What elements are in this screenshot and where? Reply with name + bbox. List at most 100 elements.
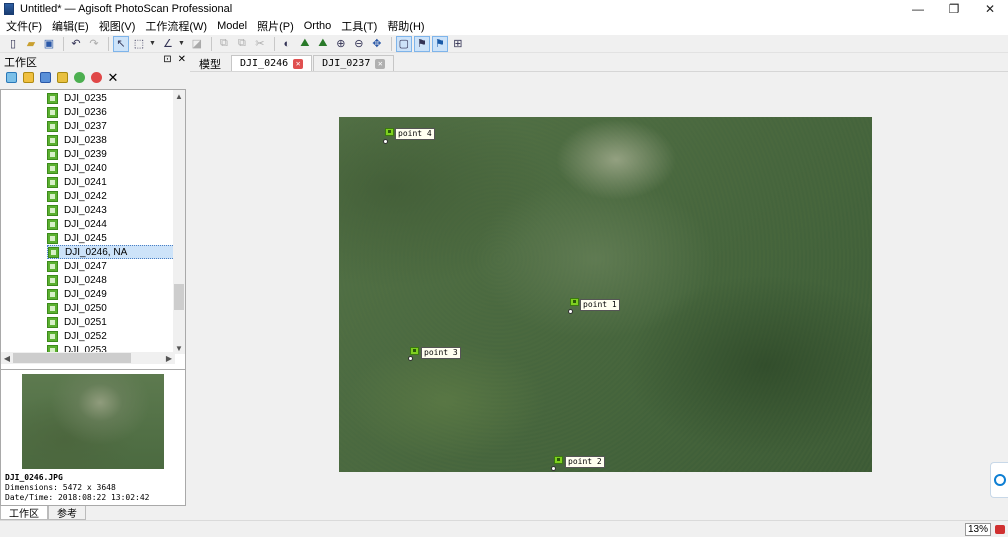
mask-add-icon[interactable]: ⛰ [315, 36, 331, 52]
ruler-icon[interactable]: ∠ [160, 36, 176, 52]
tree-item-photo[interactable]: DJI_0240 [47, 161, 175, 175]
tree-vertical-scrollbar[interactable]: ▲ ▼ [173, 90, 185, 354]
workspace-toolbar: ✕ [0, 69, 188, 86]
close-window-button[interactable]: ✕ [972, 0, 1008, 17]
tab-reference[interactable]: 参考 [48, 506, 86, 520]
tree-item-photo[interactable]: DJI_0242 [47, 189, 175, 203]
redo-icon[interactable]: ↷ [86, 36, 102, 52]
menu-edit[interactable]: 编辑(E) [48, 18, 95, 34]
tree-item-photo[interactable]: DJI_0248 [47, 273, 175, 287]
window-controls: — ❐ ✕ [900, 0, 1008, 17]
grid-view-icon[interactable]: ⊞ [450, 36, 466, 52]
scroll-left-icon[interactable]: ◀ [1, 352, 13, 364]
undo-icon[interactable]: ↶ [68, 36, 84, 52]
tab-dji-0237[interactable]: DJI_0237 ✕ [313, 55, 395, 71]
menu-file[interactable]: 文件(F) [2, 18, 48, 34]
show-flags-icon[interactable]: ⚑ [431, 35, 448, 52]
remote-support-icon[interactable] [990, 462, 1008, 498]
aerial-photo[interactable]: point 4 point 1 point 3 point 2 [339, 117, 872, 472]
tree-item-photo[interactable]: DJI_0245 [47, 231, 175, 245]
tree-item-label: DJI_0236 [64, 106, 107, 118]
zoom-out-icon[interactable]: ⊖ [351, 36, 367, 52]
enable-icon[interactable] [71, 71, 87, 85]
save-icon[interactable]: ▣ [41, 36, 57, 52]
tree-item-photo[interactable]: DJI_0244 [47, 217, 175, 231]
tab-model[interactable]: 模型 [190, 55, 230, 71]
tree-item-label: DJI_0247 [64, 260, 107, 272]
toolbar-separator [108, 36, 109, 51]
tree-horizontal-scrollbar[interactable]: ◀ ▶ [1, 352, 175, 364]
photo-icon [47, 148, 58, 160]
show-markers-icon[interactable]: ⚑ [413, 35, 430, 52]
scrollbar-thumb[interactable] [13, 353, 131, 363]
show-cameras-icon[interactable]: ▢ [395, 35, 412, 52]
status-bar: 13% [0, 520, 1008, 537]
tree-item-photo[interactable]: DJI_0238 [47, 133, 175, 147]
rectangle-selection-icon[interactable]: ⬚ [131, 36, 147, 52]
paste-icon[interactable]: ⧉ [234, 36, 250, 52]
zoom-in-icon[interactable]: ⊕ [333, 36, 349, 52]
marker-flag-icon [410, 347, 419, 355]
photo-viewport[interactable]: point 4 point 1 point 3 point 2 [190, 71, 1008, 520]
photo-icon [47, 204, 58, 216]
menu-model[interactable]: Model [213, 20, 253, 32]
tree-item-label: DJI_0252 [64, 330, 107, 342]
eraser-icon[interactable]: ◪ [189, 36, 205, 52]
move-icon[interactable]: ✥ [369, 36, 385, 52]
tree-item-photo[interactable]: DJI_0252 [47, 329, 175, 343]
tree-item-photo[interactable]: DJI_0239 [47, 147, 175, 161]
maximize-button[interactable]: ❐ [936, 0, 972, 17]
tree-item-label: DJI_0241 [64, 176, 107, 188]
menu-ortho[interactable]: Ortho [300, 20, 338, 32]
photo-icon [47, 288, 58, 300]
scroll-up-icon[interactable]: ▲ [173, 90, 185, 102]
photo-icon [47, 274, 58, 286]
scroll-right-icon[interactable]: ▶ [163, 352, 175, 364]
tree-item-photo[interactable]: DJI_0246, NA [47, 245, 175, 259]
add-chunk-icon[interactable] [3, 71, 19, 85]
close-panel-icon[interactable]: ✕ [178, 54, 186, 65]
float-panel-icon[interactable]: ⊡ [163, 54, 171, 65]
menu-workflow[interactable]: 工作流程(W) [141, 18, 213, 34]
close-tab-icon[interactable]: ✕ [293, 58, 304, 69]
copy-icon[interactable]: ⧉ [216, 36, 232, 52]
add-folder-icon[interactable] [37, 71, 53, 85]
menu-photo[interactable]: 照片(P) [253, 18, 300, 34]
ruler-dropdown-icon[interactable]: ▼ [178, 40, 185, 47]
tree-item-photo[interactable]: DJI_0249 [47, 287, 175, 301]
tree-item-photo[interactable]: DJI_0237 [47, 119, 175, 133]
tree-item-photo[interactable]: DJI_0247 [47, 259, 175, 273]
photo-icon [47, 232, 58, 244]
minimize-button[interactable]: — [900, 0, 936, 17]
tree-item-photo[interactable]: DJI_0236 [47, 105, 175, 119]
tree-item-photo[interactable]: DJI_0251 [47, 315, 175, 329]
menu-view[interactable]: 视图(V) [95, 18, 142, 34]
brightness-icon[interactable]: ◐ [279, 36, 295, 52]
tree-item-photo[interactable]: DJI_0235 [47, 91, 175, 105]
toolbar-separator [63, 36, 64, 51]
open-folder-icon[interactable]: ▰ [23, 36, 39, 52]
toolbar-separator [273, 36, 275, 51]
add-photos-icon[interactable] [20, 71, 36, 85]
tree-item-photo[interactable]: DJI_0243 [47, 203, 175, 217]
tree-item-label: DJI_0250 [64, 302, 107, 314]
new-file-icon[interactable]: ▯ [5, 36, 21, 52]
tab-workspace[interactable]: 工作区 [0, 506, 48, 520]
photo-icon [48, 246, 59, 258]
tree-item-photo[interactable]: DJI_0250 [47, 301, 175, 315]
tree-item-label: DJI_0244 [64, 218, 107, 230]
mask-icon[interactable]: ⛰ [297, 36, 313, 52]
navigation-pointer-icon[interactable]: ↖ [113, 35, 129, 52]
disable-icon[interactable] [88, 71, 104, 85]
close-tab-icon[interactable]: ✕ [375, 58, 386, 69]
crop-icon[interactable]: ✂ [252, 36, 268, 52]
selection-dropdown-icon[interactable]: ▼ [149, 40, 156, 47]
menu-help[interactable]: 帮助(H) [383, 18, 430, 34]
tab-dji-0246[interactable]: DJI_0246 ✕ [231, 55, 313, 71]
remove-icon[interactable]: ✕ [105, 70, 121, 85]
workspace-panel: 工作区 ⊡ ✕ ✕ DJI_0253 DJI_0252 DJI_0251 DJI_02… [0, 54, 188, 520]
menu-tools[interactable]: 工具(T) [337, 18, 383, 34]
merge-chunks-icon[interactable] [54, 71, 70, 85]
tree-item-photo[interactable]: DJI_0241 [47, 175, 175, 189]
scrollbar-thumb[interactable] [174, 284, 184, 310]
